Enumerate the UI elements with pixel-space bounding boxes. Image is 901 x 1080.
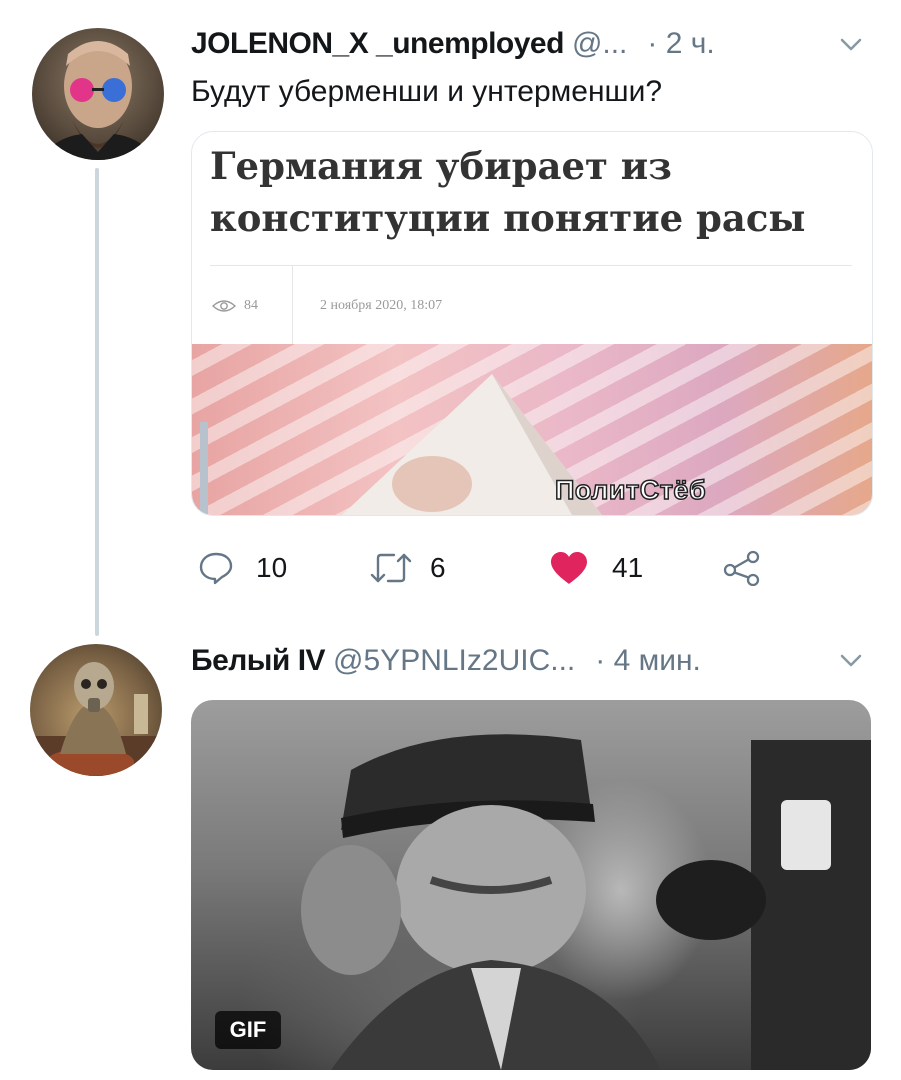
card-image [192, 344, 872, 515]
link-card[interactable]: Германия убирает из конституции понятие … [191, 131, 873, 516]
timestamp[interactable]: · 2 ч. [647, 27, 714, 61]
author-name[interactable]: JOLENON_X _unemployed [191, 27, 564, 61]
like-button[interactable]: 41 [550, 548, 643, 588]
heart-icon [551, 552, 587, 584]
chevron-down-icon[interactable] [840, 654, 862, 668]
gif-badge: GIF [215, 1011, 281, 1049]
share-icon [723, 550, 760, 586]
retweet-count: 6 [430, 552, 446, 583]
like-count: 41 [612, 552, 644, 583]
watermark: ПолитСтёб [554, 474, 707, 506]
thread-line [95, 168, 99, 636]
card-headline: Германия убирает из конституции понятие … [210, 144, 806, 240]
author-handle[interactable]: @... [572, 27, 627, 61]
gif-media[interactable] [191, 700, 871, 1070]
retweet-button[interactable]: 6 [370, 548, 446, 588]
eye-icon [212, 300, 236, 312]
card-views: 84 [244, 298, 258, 313]
author-handle[interactable]: @5YPNLIz2UIC... [333, 644, 575, 678]
chevron-down-icon[interactable] [840, 38, 862, 52]
share-button[interactable] [722, 548, 762, 588]
tweet-header: JOLENON_X _unemployed @... · 2 ч. [191, 22, 715, 66]
timestamp[interactable]: · 4 мин. [595, 644, 701, 678]
avatar[interactable] [30, 644, 162, 776]
reply-button[interactable]: 10 [198, 548, 287, 588]
avatar[interactable] [32, 28, 164, 160]
card-separator [292, 266, 293, 344]
author-name[interactable]: Белый IV [191, 644, 326, 678]
tweet-text: Будут уберменши и унтерменши? [191, 75, 663, 108]
reply-count: 10 [256, 552, 288, 583]
card-divider [210, 265, 852, 266]
reply-icon [199, 552, 233, 585]
card-date: 2 ноября 2020, 18:07 [320, 298, 443, 313]
tweet-header: Белый IV @5YPNLIz2UIC... · 4 мин. [191, 639, 701, 683]
retweet-icon [370, 553, 412, 583]
